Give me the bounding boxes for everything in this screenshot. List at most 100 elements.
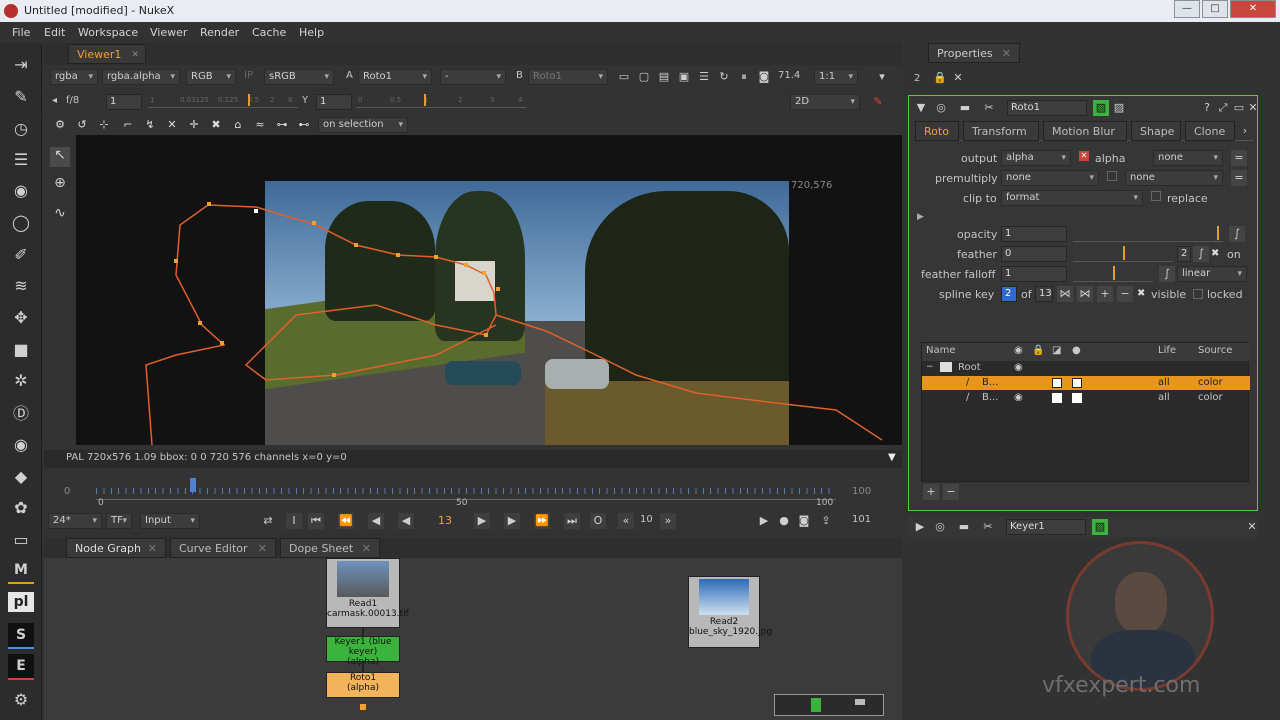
roto1-node[interactable]: Roto1 (alpha) [326,672,400,698]
tab-dope-sheet[interactable]: Dope Sheet ✕ [280,538,380,558]
flipbook-icon[interactable]: ▶ [756,513,772,529]
expand-arrow-icon[interactable]: ▶ [917,212,924,222]
out-point-icon[interactable]: O [590,513,606,529]
invert-checkbox[interactable] [1052,393,1062,403]
roi-icon[interactable]: ▭ [616,69,632,85]
capture-icon[interactable]: ◙ [756,69,772,85]
gamma-handle[interactable] [424,94,426,106]
play-forward-icon[interactable]: ▶ [474,513,490,529]
gain-field[interactable]: 1 [106,94,142,110]
read2-node[interactable]: Read2 blue_sky_1920.jpg [688,576,772,648]
read1-node[interactable]: Read1 carmask.00013.tif [326,558,409,628]
timeline-ruler[interactable]: 0 50 100 [96,474,836,508]
loop-icon[interactable]: ⇄ [260,513,276,529]
close-button[interactable]: ✕ [1230,0,1276,18]
add-layer-button[interactable]: + [923,484,939,500]
menu-file[interactable]: File [12,26,30,39]
step-back-icon[interactable]: ◀ [368,513,384,529]
lut-select[interactable]: sRGB [264,69,334,85]
bezier-tool-icon[interactable]: ∿ [50,205,70,225]
add-key-icon[interactable]: + [1097,286,1113,302]
settings-icon[interactable]: ⚙ [8,686,34,712]
selection-mode-select[interactable]: on selection [318,117,408,133]
timeline-playhead[interactable] [190,478,196,492]
premultiply-mask-select[interactable]: none [1125,170,1223,186]
tools-icon[interactable]: ✂ [981,100,997,116]
expand-icon[interactable]: ▼ [888,452,896,463]
tab-shape[interactable]: Shape [1131,121,1181,141]
center-icon[interactable]: ◎ [932,519,948,535]
invert-checkbox[interactable] [1052,378,1062,388]
alpha-channel-select[interactable]: rgba.alpha [102,69,180,85]
points-icon[interactable]: ⌐ [120,117,136,133]
lock-icon[interactable]: 🔒 [932,70,948,86]
color-swatch[interactable] [1072,393,1082,403]
add-point-icon[interactable]: ✛ [186,117,202,133]
tools-icon[interactable]: ✂ [980,519,996,535]
overlay-icon[interactable]: ☰ [696,69,712,85]
falloff-field[interactable]: 1 [1001,266,1067,282]
curve-icon[interactable]: ∫ [1229,226,1245,242]
pen-icon[interactable]: ✐ [8,241,34,267]
minimize-button[interactable]: — [1174,0,1200,18]
tab-motion-blur[interactable]: Motion Blur [1043,121,1127,141]
play-backward-icon[interactable]: ◀ [398,513,414,529]
falloff-handle[interactable] [1113,266,1115,280]
select-tool-icon[interactable]: ↖ [50,147,70,167]
eye-icon[interactable]: ◉ [8,431,34,457]
fstop-arrow-icon[interactable]: ◂ [52,95,57,106]
replace-checkbox[interactable] [1151,191,1161,201]
falloff-interp-select[interactable]: linear [1177,266,1247,282]
smooth-icon[interactable]: ↯ [142,117,158,133]
safe-area-icon[interactable]: ▢ [636,69,652,85]
ratio-select[interactable]: 1:1 [814,69,858,85]
cusp-icon[interactable]: ✕ [164,117,180,133]
help-icon[interactable]: ? [1199,100,1215,116]
input-select[interactable]: Input [140,513,200,529]
gain-handle[interactable] [248,94,250,106]
layer-row[interactable]: ∕ B... ◉ all color [922,391,1250,405]
d-icon[interactable]: Ⓓ [8,399,34,425]
premult-eq-icon[interactable]: = [1231,170,1247,186]
proxy-icon[interactable]: ▣ [676,69,692,85]
node-name-field[interactable]: Roto1 [1007,100,1087,116]
zoom-level[interactable]: 71.4 [778,70,800,81]
display-mode-select[interactable]: RGB [186,69,236,85]
paint-icon[interactable]: ✎ [870,94,886,110]
wave-icon[interactable]: ≈ [252,117,268,133]
fstop-label[interactable]: f/8 [66,95,79,106]
visible-checkbox[interactable]: ✖ [1137,288,1145,299]
circle-icon[interactable]: ◯ [8,209,34,235]
keyer-name-field[interactable]: Keyer1 [1006,519,1086,535]
prev-key-icon[interactable]: ⏪ [338,513,354,529]
tf-select[interactable]: TF [106,513,132,529]
feather-curve-icon[interactable]: ∫ [1193,246,1209,262]
list-icon[interactable]: ☰ [8,146,34,172]
collapse-icon[interactable]: ▼ [913,100,929,116]
remove-point-icon[interactable]: ✖ [208,117,224,133]
tab-properties[interactable]: Properties ✕ [928,43,1020,63]
tab-curve-editor[interactable]: Curve Editor ✕ [170,538,276,558]
end-frame[interactable]: 101 [852,514,871,525]
output-mask-select[interactable]: none [1153,150,1223,166]
m-tool-button[interactable]: M [8,558,34,584]
tab-roto[interactable]: Roto [915,121,959,141]
brush-icon[interactable]: ✎ [8,83,34,109]
play-icon[interactable]: ⇥ [8,51,34,77]
prev-key-icon[interactable]: ⋈ [1057,286,1073,302]
in-point-icon[interactable]: I [286,513,302,529]
opacity-field[interactable]: 1 [1001,226,1067,242]
gamma-field[interactable]: 1 [316,94,352,110]
close-icon[interactable]: ✕ [1244,519,1260,535]
clock-icon[interactable]: ◷ [8,115,34,141]
close-icon[interactable]: ✕ [131,45,139,65]
properties-count[interactable]: 2 [914,73,920,84]
ip-toggle[interactable]: IP [244,70,253,81]
more-icon[interactable]: ▾ [874,69,890,85]
output-eq-icon[interactable]: = [1231,150,1247,166]
a-input-select[interactable]: Roto1 [358,69,432,85]
export-icon[interactable]: ⇪ [818,513,834,529]
transform-icon[interactable]: ↺ [74,117,90,133]
node-color-icon[interactable]: ▬ [956,519,972,535]
menu-workspace[interactable]: Workspace [78,26,138,39]
